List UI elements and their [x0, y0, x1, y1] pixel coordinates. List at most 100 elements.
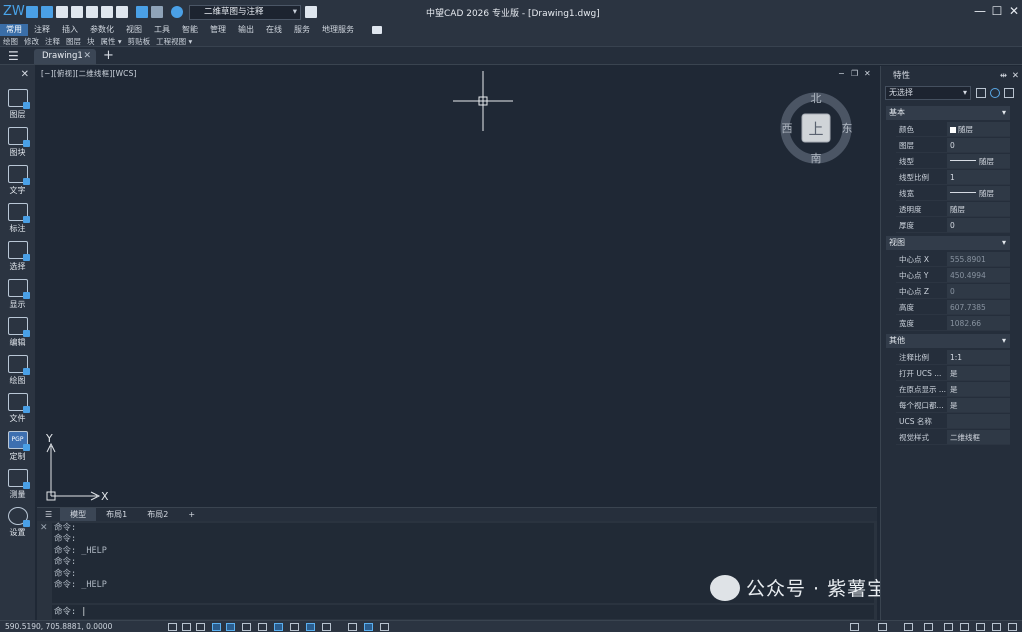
ribbon-tab-parametric[interactable]: 参数化 — [84, 24, 120, 36]
dynamic-input-toggle-icon[interactable] — [274, 623, 283, 631]
snap-toggle-icon[interactable] — [182, 623, 191, 631]
tool-file[interactable]: 文件 — [1, 393, 34, 430]
compass-south[interactable]: 南 — [811, 152, 822, 165]
section-view[interactable]: 视图 — [886, 236, 1010, 250]
tool-dimension[interactable]: 标注 — [1, 203, 34, 240]
section-general[interactable]: 基本 — [886, 106, 1010, 120]
workspace-switch-icon[interactable] — [944, 623, 953, 631]
tool-text[interactable]: 文字 — [1, 165, 34, 202]
selection-dropdown[interactable]: 无选择 — [885, 86, 971, 100]
command-close-icon[interactable]: ✕ — [40, 523, 48, 533]
prop-value-transparency[interactable]: 随层 — [947, 202, 1010, 216]
tool-layers[interactable]: 图层 — [1, 89, 34, 126]
otrack-toggle-icon[interactable] — [242, 623, 251, 631]
layout-tab-model[interactable]: 模型 — [60, 507, 97, 522]
save-icon[interactable] — [56, 6, 68, 18]
grid-toggle-icon[interactable] — [168, 623, 177, 631]
annotation-scale-icon[interactable] — [878, 623, 887, 631]
ribbon-toggle-icon[interactable] — [372, 26, 382, 34]
compass-east[interactable]: 东 — [842, 122, 853, 135]
viewport-restore-icon[interactable]: ❐ — [851, 69, 858, 78]
close-panel-icon[interactable]: ✕ — [1012, 68, 1019, 84]
ortho-toggle-icon[interactable] — [196, 623, 205, 631]
close-window-button[interactable]: ✕ — [1006, 3, 1022, 19]
transparency-toggle-icon[interactable] — [306, 623, 315, 631]
tool-settings[interactable]: 设置 — [1, 507, 34, 544]
compass-north[interactable]: 北 — [811, 92, 822, 105]
drawing-canvas[interactable]: 上 北 南 西 东 Y X — [37, 66, 877, 506]
prop-value-lineweight[interactable]: 随层 — [947, 186, 1010, 200]
toggle-pickadd-icon[interactable] — [976, 88, 986, 98]
panel-drawing-views[interactable]: 工程视图 ▾ — [153, 36, 195, 47]
ribbon-tab-view[interactable]: 视图 — [120, 24, 148, 36]
units-icon[interactable] — [850, 623, 859, 631]
tool-display[interactable]: 显示 — [1, 279, 34, 316]
panel-draw[interactable]: 绘图 — [0, 36, 21, 47]
selection-cycling-icon[interactable] — [348, 623, 357, 631]
ribbon-tab-geo-services[interactable]: 地理服务 — [316, 24, 360, 36]
quick-select-icon[interactable] — [1004, 88, 1014, 98]
menu-icon[interactable]: ☰ — [8, 50, 22, 62]
layout-tab-layout2[interactable]: 布局2 — [137, 508, 178, 522]
add-tab-button[interactable]: + — [103, 48, 114, 63]
ribbon-tab-output[interactable]: 输出 — [232, 24, 260, 36]
tool-edit[interactable]: 编辑 — [1, 317, 34, 354]
panel-annotation[interactable]: 注释 — [42, 36, 63, 47]
close-tab-icon[interactable]: ✕ — [83, 49, 91, 64]
annotation-visibility-icon[interactable] — [904, 623, 913, 631]
layout-menu-icon[interactable]: ☰ — [37, 508, 60, 522]
ribbon-tab-insert[interactable]: 插入 — [56, 24, 84, 36]
model-space-icon[interactable] — [380, 623, 389, 631]
prop-value-ucs-on[interactable]: 是 — [947, 366, 1010, 380]
tool-draw[interactable]: 绘图 — [1, 355, 34, 392]
ribbon-tab-online[interactable]: 在线 — [260, 24, 288, 36]
undo-icon[interactable] — [136, 6, 148, 18]
workspace-select[interactable]: 二维草图与注释 — [189, 4, 301, 20]
panel-layers[interactable]: 图层 — [63, 36, 84, 47]
add-layout-button[interactable]: + — [178, 508, 205, 522]
prop-value-thickness[interactable]: 0 — [947, 218, 1010, 232]
select-objects-icon[interactable] — [990, 88, 1000, 98]
tool-blocks[interactable]: 图块 — [1, 127, 34, 164]
lineweight-toggle-icon[interactable] — [290, 623, 299, 631]
command-input[interactable]: 命令: | — [52, 605, 874, 619]
publish-icon[interactable] — [116, 6, 128, 18]
dyn-ucs-toggle-icon[interactable] — [258, 623, 267, 631]
panel-clipboard[interactable]: 剪贴板 — [125, 36, 154, 47]
workspace-settings-icon[interactable] — [305, 6, 317, 18]
prop-value-linetype-scale[interactable]: 1 — [947, 170, 1010, 184]
tool-select[interactable]: 选择 — [1, 241, 34, 278]
ribbon-tab-smart[interactable]: 智能 — [176, 24, 204, 36]
viewport-close-icon[interactable]: ✕ — [864, 69, 871, 78]
plot-preview-icon[interactable] — [101, 6, 113, 18]
prop-value-layer[interactable]: 0 — [947, 138, 1010, 152]
prop-value-ucs-origin[interactable]: 是 — [947, 382, 1010, 396]
polar-toggle-icon[interactable] — [212, 623, 221, 631]
lock-ui-icon[interactable] — [960, 623, 969, 631]
prop-value-annotation-scale[interactable]: 1:1 — [947, 350, 1010, 364]
prop-value-ucs-name[interactable] — [947, 414, 1010, 428]
tool-measure[interactable]: 测量 — [1, 469, 34, 506]
new-file-icon[interactable] — [26, 6, 38, 18]
ribbon-tab-tools[interactable]: 工具 — [148, 24, 176, 36]
ribbon-tab-services[interactable]: 服务 — [288, 24, 316, 36]
open-file-icon[interactable] — [41, 6, 53, 18]
panel-modify[interactable]: 修改 — [21, 36, 42, 47]
fullscreen-icon[interactable] — [992, 623, 1001, 631]
ribbon-tab-home[interactable]: 常用 — [0, 24, 28, 36]
minimize-button[interactable]: — — [972, 3, 988, 19]
quick-props-toggle-icon[interactable] — [322, 623, 331, 631]
layout-tab-layout1[interactable]: 布局1 — [96, 508, 137, 522]
section-misc[interactable]: 其他 — [886, 334, 1010, 348]
document-tab-drawing1[interactable]: Drawing1 ✕ — [34, 49, 96, 64]
auto-scale-icon[interactable] — [924, 623, 933, 631]
ribbon-tab-annotate[interactable]: 注释 — [28, 24, 56, 36]
pin-icon[interactable]: ⇹ — [1000, 68, 1007, 84]
save-as-icon[interactable] — [71, 6, 83, 18]
viewport-controls-label[interactable]: [−][俯视][二维线框][WCS] — [41, 68, 137, 79]
app-logo-icon[interactable]: ZW — [3, 2, 25, 22]
prop-value-visual-style[interactable]: 二维线框 — [947, 430, 1010, 444]
maximize-button[interactable]: ☐ — [989, 3, 1005, 19]
panel-properties[interactable]: 属性 ▾ — [98, 36, 125, 47]
osnap-toggle-icon[interactable] — [226, 623, 235, 631]
